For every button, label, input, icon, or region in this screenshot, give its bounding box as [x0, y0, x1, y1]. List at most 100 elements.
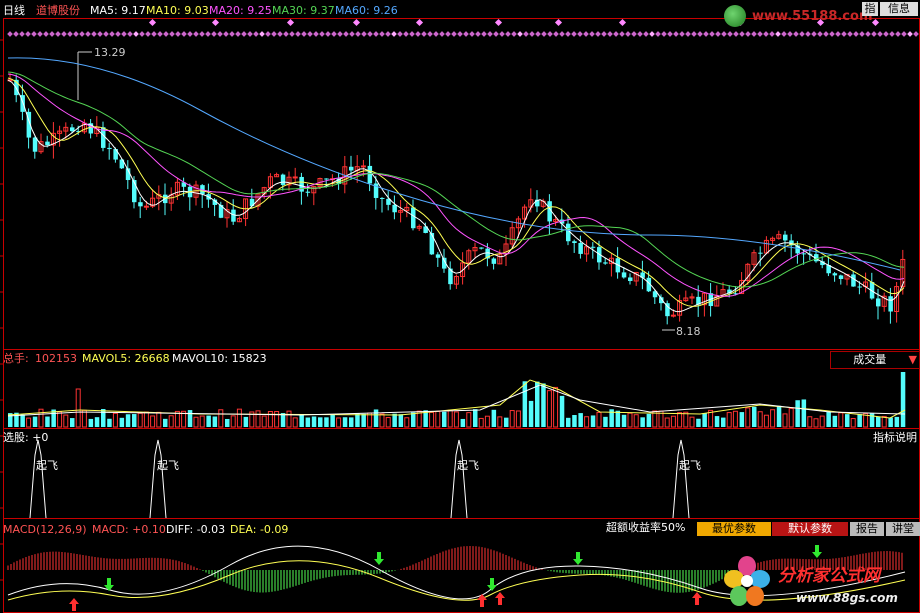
- volume-bar: [392, 413, 397, 427]
- volume-bar: [330, 414, 335, 427]
- volume-bar: [546, 390, 552, 428]
- signal-marker: [67, 31, 73, 37]
- footer-site-url: www.88gs.com: [796, 591, 898, 605]
- signal-spike: [450, 439, 468, 519]
- volume-bar: [163, 418, 168, 427]
- signal-marker: [775, 31, 781, 37]
- low-price-label: 8.18: [676, 325, 701, 338]
- signal-marker: [847, 31, 853, 37]
- volume-bar: [813, 418, 819, 428]
- volume-bar: [788, 408, 794, 428]
- volume-bar: [125, 414, 131, 427]
- volume-bar: [305, 417, 311, 427]
- volume-bar: [361, 413, 366, 427]
- volume-bar: [721, 417, 726, 427]
- volume-bar: [757, 411, 763, 428]
- sell-arrow-icon: [812, 545, 822, 558]
- candle-down: [70, 127, 75, 132]
- signal-marker: [352, 18, 361, 27]
- volume-bar: [156, 411, 162, 428]
- volume-bar: [218, 409, 224, 428]
- signal-marker: [739, 31, 745, 37]
- volume-bar: [75, 388, 81, 428]
- signal-marker: [799, 31, 805, 37]
- signal-marker: [367, 31, 373, 37]
- volume-bar: [850, 418, 856, 428]
- volume-bar: [26, 417, 32, 428]
- lecture-button[interactable]: 讲堂: [886, 522, 920, 536]
- signal-marker: [709, 31, 715, 37]
- volume-bar: [664, 417, 670, 428]
- signal-label: 起飞: [157, 459, 179, 472]
- volume-bar: [101, 409, 106, 427]
- signal-marker: [139, 31, 145, 37]
- signal-marker: [313, 31, 319, 37]
- dropdown-arrow-icon: ▼: [908, 353, 917, 366]
- indicator-button[interactable]: 指: [862, 2, 878, 16]
- signal-marker: [91, 31, 97, 37]
- default-params-button[interactable]: 默认参数: [772, 522, 848, 536]
- signal-marker: [505, 31, 511, 37]
- volume-bar: [107, 418, 112, 427]
- signal-marker: [79, 31, 85, 37]
- signal-spike: [29, 439, 47, 519]
- candle-up: [143, 205, 149, 208]
- signal-marker: [583, 31, 589, 37]
- report-button[interactable]: 报告: [850, 522, 884, 536]
- signal-marker: [643, 31, 649, 37]
- signal-marker: [631, 31, 637, 37]
- signal-marker: [618, 18, 627, 27]
- volume-bar: [32, 416, 38, 427]
- best-params-button[interactable]: 最优参数: [697, 522, 771, 536]
- sell-arrow-icon: [374, 552, 384, 565]
- indicator-select[interactable]: 成交量 ▼: [830, 351, 920, 369]
- volume-bar: [572, 415, 577, 427]
- volume-bar: [398, 414, 404, 427]
- volume-bar: [435, 410, 441, 428]
- signal-marker: [55, 31, 61, 37]
- signal-marker: [109, 31, 115, 37]
- flower-logo-icon: [724, 556, 772, 608]
- site-logo-icon: [724, 5, 746, 27]
- volume-bar: [442, 411, 447, 427]
- signal-marker: [43, 31, 49, 37]
- ma20-label: MA20: 9.25: [209, 4, 272, 17]
- volume-bar: [411, 412, 416, 427]
- signal-marker: [277, 31, 283, 37]
- volume-bar: [193, 416, 199, 428]
- macd-title: MACD(12,26,9): [3, 523, 87, 536]
- signal-marker: [127, 31, 133, 37]
- signal-marker: [823, 31, 829, 37]
- signal-marker: [133, 31, 139, 37]
- volume-bar: [646, 413, 652, 427]
- mavol5-label: MAVOL5: 26668: [82, 352, 170, 365]
- volume-bar: [535, 381, 540, 427]
- signal-marker: [343, 31, 349, 37]
- signal-marker: [601, 31, 607, 37]
- signal-marker: [805, 31, 811, 37]
- volume-bar: [819, 415, 825, 428]
- period-label[interactable]: 日线: [3, 4, 25, 17]
- volume-bar: [230, 415, 236, 428]
- signal-marker: [25, 31, 31, 37]
- signal-marker: [679, 31, 685, 37]
- signal-marker: [145, 31, 151, 37]
- info-button[interactable]: 信息: [880, 2, 918, 16]
- signal-marker: [829, 31, 835, 37]
- signal-marker: [61, 31, 67, 37]
- indicator-help-link[interactable]: 指标说明: [873, 431, 917, 444]
- dea-value: DEA: -0.09: [230, 523, 289, 536]
- volume-bar: [807, 416, 813, 428]
- signal-marker: [181, 31, 187, 37]
- signal-marker: [613, 31, 619, 37]
- volume-bar: [553, 386, 559, 428]
- volume-bar: [466, 412, 472, 428]
- signal-marker: [157, 31, 163, 37]
- signal-marker: [757, 31, 763, 37]
- signal-marker: [715, 31, 721, 37]
- candle-down: [572, 241, 577, 244]
- volume-bar: [311, 416, 317, 427]
- signal-marker: [403, 31, 409, 37]
- signal-marker: [607, 31, 613, 37]
- volume-bar: [497, 416, 503, 428]
